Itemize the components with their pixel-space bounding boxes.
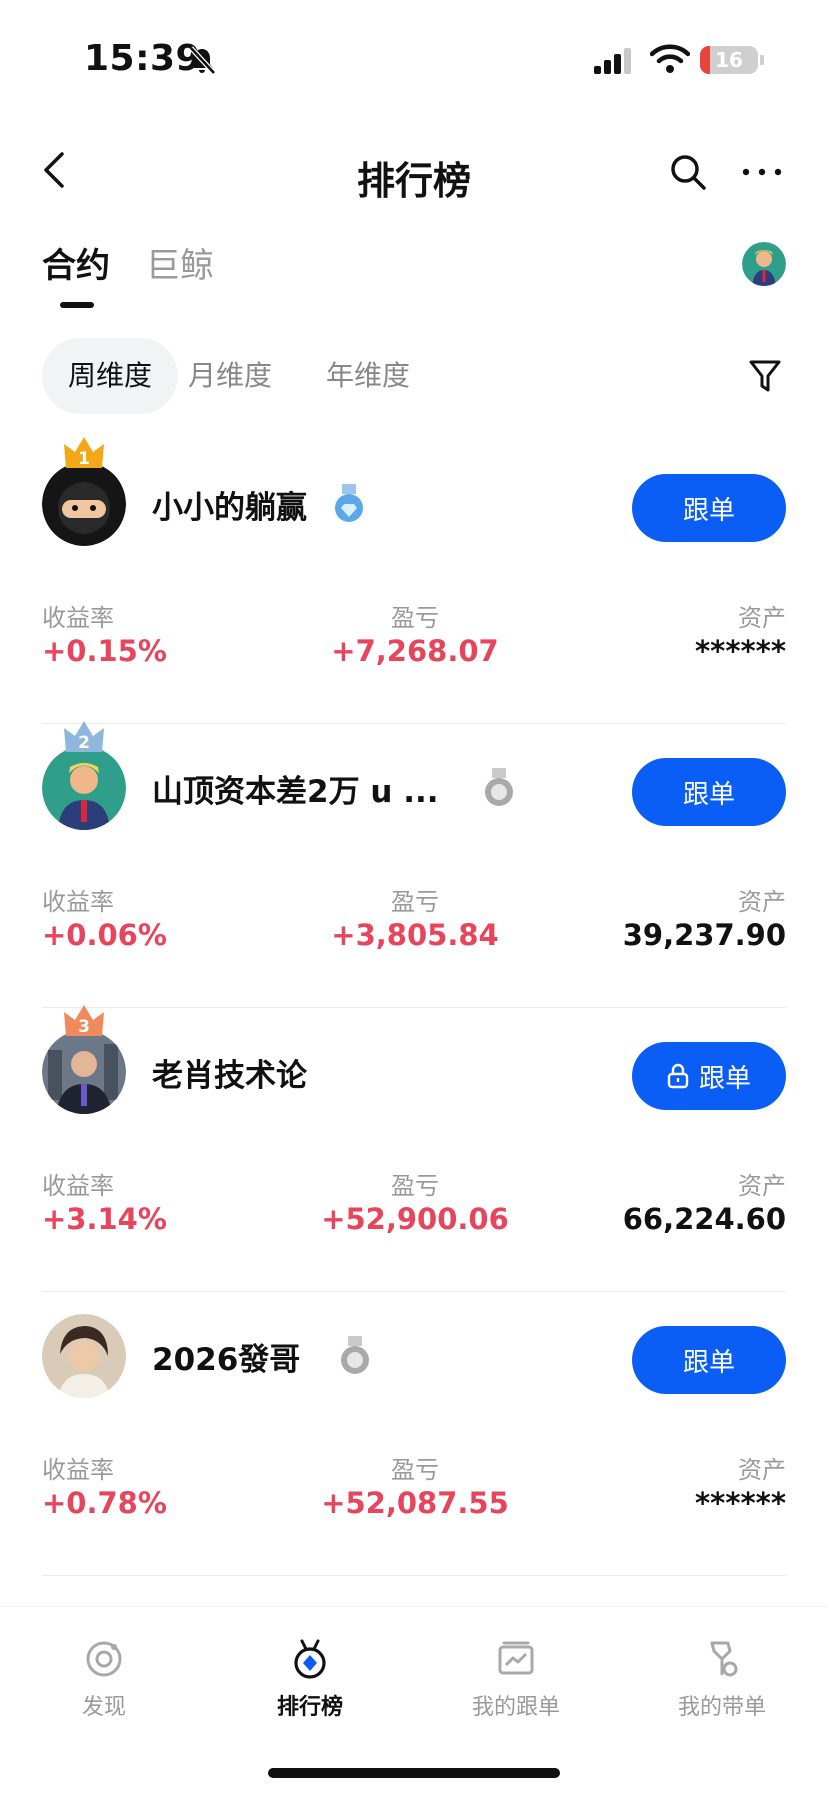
- rank-number: 3: [78, 1017, 90, 1037]
- nav-my-follow[interactable]: 我的跟单: [436, 1637, 596, 1721]
- gem-medal-icon: [335, 484, 363, 522]
- pnl-label: 盈亏: [391, 1456, 439, 1484]
- rate-label: 收益率: [42, 1172, 114, 1200]
- nav-label: 发现: [81, 1695, 126, 1720]
- silver-medal-icon: [341, 1336, 369, 1374]
- cellular-signal-icon: [594, 48, 631, 74]
- rate-value: +0.78%: [42, 1486, 167, 1520]
- pnl-value: +7,268.07: [331, 634, 499, 668]
- trader-name[interactable]: 山顶资本差2万 u ...: [152, 766, 439, 811]
- assets-value: 39,237.90: [622, 918, 786, 952]
- assets-label: 资产: [738, 604, 786, 632]
- more-options-icon[interactable]: [740, 152, 784, 192]
- period-year[interactable]: 年维度: [300, 338, 436, 414]
- status-time: 15:39: [84, 38, 202, 79]
- user-avatar-image: [742, 242, 786, 286]
- rank-crown-icon: 1: [64, 437, 104, 469]
- pnl-label: 盈亏: [391, 888, 439, 916]
- follow-button-locked[interactable]: 跟单: [632, 1042, 786, 1110]
- nav-discover[interactable]: 发现: [24, 1637, 184, 1721]
- tab-contract[interactable]: 合约: [42, 238, 110, 287]
- rate-value: +3.14%: [42, 1202, 167, 1236]
- discover-icon: [86, 1641, 122, 1677]
- silver-medal-icon: [485, 768, 513, 806]
- trader-avatar[interactable]: [42, 746, 126, 830]
- my-follow-icon: [498, 1641, 534, 1675]
- trader-avatar-image: [42, 1030, 126, 1114]
- follow-button[interactable]: 跟单: [632, 1326, 786, 1394]
- tab-whale[interactable]: 巨鲸: [146, 238, 214, 287]
- status-bar: 15:39 16: [0, 0, 828, 120]
- period-month[interactable]: 月维度: [162, 338, 298, 414]
- follow-label: 跟单: [698, 1063, 751, 1094]
- pnl-label: 盈亏: [391, 604, 439, 632]
- trader-card[interactable]: 3 老肖技术论 跟单 收益率 盈亏 资产 +3.14% +52,900.06 6…: [42, 1005, 786, 1292]
- assets-value: 66,224.60: [622, 1202, 786, 1236]
- follow-label: 跟单: [682, 495, 735, 526]
- rank-crown-icon: 3: [64, 1005, 104, 1037]
- trader-avatar[interactable]: [42, 1030, 126, 1114]
- assets-value: ******: [695, 634, 786, 668]
- filter-icon[interactable]: [748, 358, 782, 394]
- top-header: 排行榜: [0, 130, 828, 210]
- trader-avatar[interactable]: [42, 462, 126, 546]
- pnl-label: 盈亏: [391, 1172, 439, 1200]
- assets-label: 资产: [738, 1456, 786, 1484]
- card-divider: [42, 1574, 786, 1576]
- period-selector: 周维度 月维度 年维度: [42, 338, 792, 414]
- period-week[interactable]: 周维度: [42, 338, 179, 414]
- nav-label: 我的带单: [677, 1695, 766, 1720]
- follow-label: 跟单: [682, 779, 735, 810]
- pnl-value: +52,087.55: [321, 1486, 509, 1520]
- trader-name[interactable]: 2026發哥: [152, 1334, 300, 1379]
- assets-label: 资产: [738, 1172, 786, 1200]
- leaderboard-icon: [294, 1639, 326, 1679]
- trader-avatar[interactable]: [42, 1314, 126, 1398]
- wifi-icon: [650, 44, 690, 73]
- trader-name[interactable]: 小小的躺赢: [152, 482, 307, 527]
- rate-label: 收益率: [42, 604, 114, 632]
- user-avatar[interactable]: [742, 242, 786, 286]
- assets-value: ******: [695, 1486, 786, 1520]
- rank-crown-icon: 2: [64, 721, 104, 753]
- assets-label: 资产: [738, 888, 786, 916]
- trader-card[interactable]: 2 山顶资本差2万 u ... 跟单 收益率 盈亏 资产 +0.06% +3,8…: [42, 721, 786, 1008]
- trader-avatar-image: [42, 1314, 126, 1398]
- battery-tip: [760, 55, 764, 65]
- trader-name[interactable]: 老肖技术论: [152, 1050, 307, 1095]
- battery-percent: 16: [715, 48, 743, 72]
- nav-leaderboard[interactable]: 排行榜: [230, 1637, 390, 1721]
- rank-number: 1: [78, 449, 90, 469]
- follow-button[interactable]: 跟单: [632, 758, 786, 826]
- my-lead-icon: [710, 1641, 738, 1677]
- lock-icon: [667, 1063, 689, 1089]
- battery-indicator: 16: [700, 46, 758, 74]
- follow-label: 跟单: [682, 1347, 735, 1378]
- follow-button[interactable]: 跟单: [632, 474, 786, 542]
- trader-avatar-image: [42, 746, 126, 830]
- rate-label: 收益率: [42, 1456, 114, 1484]
- home-indicator[interactable]: [268, 1768, 560, 1778]
- nav-my-lead[interactable]: 我的带单: [642, 1637, 802, 1721]
- rank-number: 2: [78, 733, 90, 753]
- rate-value: +0.06%: [42, 918, 167, 952]
- ninja-avatar-image: [42, 462, 126, 546]
- bell-muted-icon: [189, 46, 216, 75]
- tab-active-indicator: [60, 302, 94, 308]
- rate-label: 收益率: [42, 888, 114, 916]
- search-icon[interactable]: [668, 152, 708, 192]
- nav-label: 我的跟单: [471, 1695, 560, 1720]
- trader-card[interactable]: 1 小小的躺赢 跟单 收益率 盈亏 资产 +0.15% +7,268.07 **…: [42, 437, 786, 724]
- rate-value: +0.15%: [42, 634, 167, 668]
- trader-card[interactable]: 2026發哥 跟单 收益率 盈亏 资产 +0.78% +52,087.55 **…: [42, 1292, 786, 1576]
- pnl-value: +3,805.84: [331, 918, 499, 952]
- pnl-value: +52,900.06: [321, 1202, 509, 1236]
- nav-label: 排行榜: [276, 1695, 343, 1720]
